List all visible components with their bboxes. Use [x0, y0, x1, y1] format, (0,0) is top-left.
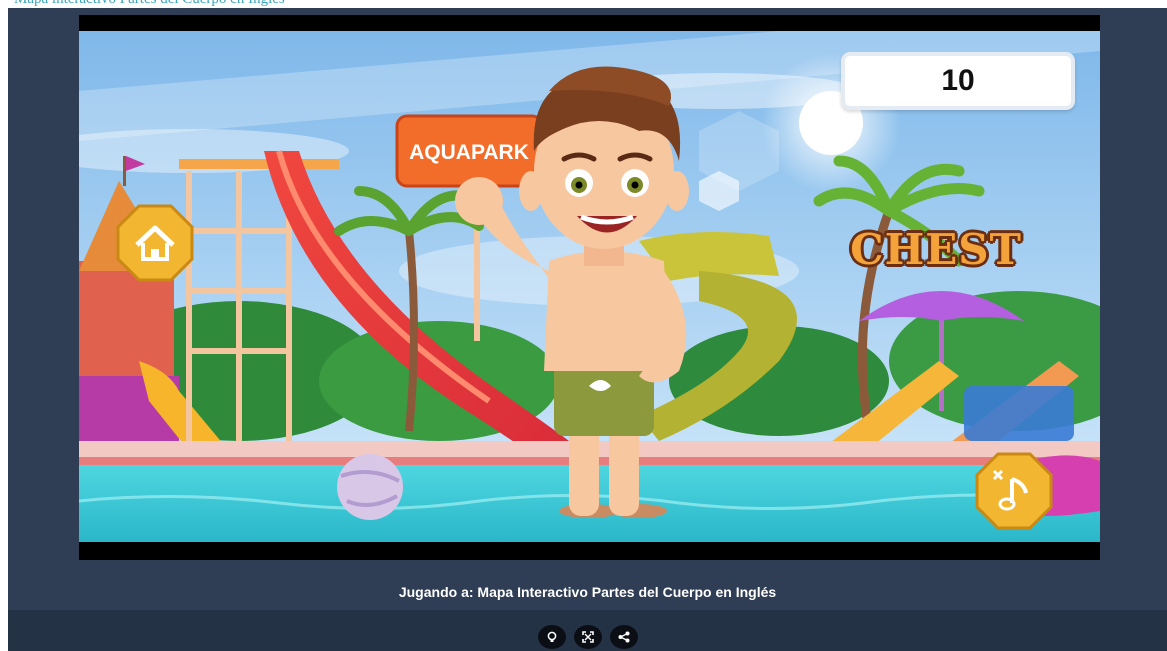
game-scene[interactable]: AQUAPARK 10 CHEST [79, 31, 1100, 542]
bottom-toolbar [8, 610, 1167, 651]
score-value: 10 [941, 64, 975, 97]
share-button[interactable] [610, 625, 638, 649]
fullscreen-icon [582, 631, 594, 643]
aquapark-sign-text: AQUAPARK [409, 141, 529, 164]
lightbulb-icon [547, 631, 557, 642]
playing-caption: Jugando a: Mapa Interactivo Partes del C… [398, 584, 777, 600]
target-word: CHEST [850, 225, 1022, 274]
score-display: 10 [841, 52, 1075, 110]
fullscreen-button[interactable] [574, 625, 602, 649]
game-viewport[interactable]: AQUAPARK 10 CHEST [79, 15, 1100, 560]
page-header-text: Mapa interactivo Partes del Cuerpo en In… [14, 0, 285, 8]
hint-button[interactable] [538, 625, 566, 649]
share-icon [618, 631, 630, 643]
home-button[interactable] [115, 203, 195, 283]
music-mute-icon [975, 452, 1053, 530]
mute-music-button[interactable] [974, 451, 1054, 531]
home-icon [116, 204, 194, 282]
page-header-strip: Mapa interactivo Partes del Cuerpo en In… [0, 0, 1167, 8]
